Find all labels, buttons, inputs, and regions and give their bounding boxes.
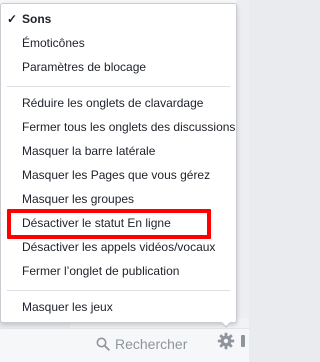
- menu-item-sounds[interactable]: ✓ Sons: [1, 8, 236, 30]
- menu-separator: [7, 290, 230, 291]
- search-icon: [96, 337, 110, 351]
- menu-item-emoticons[interactable]: Émoticônes: [1, 32, 236, 54]
- menu-item-hide-groups[interactable]: Masquer les groupes: [1, 188, 236, 210]
- check-icon: ✓: [7, 12, 18, 26]
- menu-item-label: Fermer tous les onglets des discussions: [22, 120, 236, 134]
- menu-item-hide-games[interactable]: Masquer les jeux: [1, 296, 236, 318]
- chat-options-menu: ✓ Sons Émoticônes Paramètres de blocage …: [0, 3, 237, 323]
- menu-item-close-post-tab[interactable]: Fermer l’onglet de publication: [1, 260, 236, 282]
- menu-item-label: Masquer les Pages que vous gérez: [22, 168, 211, 182]
- background-right-edge: [236, 0, 249, 361]
- menu-item-close-all-chat-tabs[interactable]: Fermer tous les onglets des discussions: [1, 116, 236, 138]
- menu-item-label: Émoticônes: [22, 36, 85, 50]
- chat-search-input[interactable]: Rechercher: [115, 334, 187, 354]
- menu-pointer-caret-inner: [221, 321, 231, 326]
- menu-item-collapse-chat-tabs[interactable]: Réduire les onglets de clavardage: [1, 92, 236, 114]
- menu-item-blocking-settings[interactable]: Paramètres de blocage: [1, 56, 236, 78]
- menu-item-label: Sons: [22, 12, 52, 26]
- gear-icon[interactable]: [217, 332, 235, 350]
- more-icon[interactable]: [238, 333, 248, 349]
- menu-item-label: Fermer l’onglet de publication: [22, 264, 180, 278]
- menu-item-disable-calls[interactable]: Désactiver les appels vidéos/vocaux: [1, 236, 236, 258]
- menu-item-label: Réduire les onglets de clavardage: [22, 96, 204, 110]
- menu-item-label: Paramètres de blocage: [22, 60, 147, 74]
- menu-item-label: Masquer la barre latérale: [22, 144, 156, 158]
- annotation-highlight-box: [7, 209, 211, 239]
- menu-item-label: Désactiver les appels vidéos/vocaux: [22, 240, 216, 254]
- menu-item-hide-pages[interactable]: Masquer les Pages que vous gérez: [1, 164, 236, 186]
- menu-separator: [7, 86, 230, 87]
- menu-item-label: Masquer les groupes: [22, 192, 135, 206]
- menu-item-hide-sidebar[interactable]: Masquer la barre latérale: [1, 140, 236, 162]
- menu-item-label: Masquer les jeux: [22, 300, 113, 314]
